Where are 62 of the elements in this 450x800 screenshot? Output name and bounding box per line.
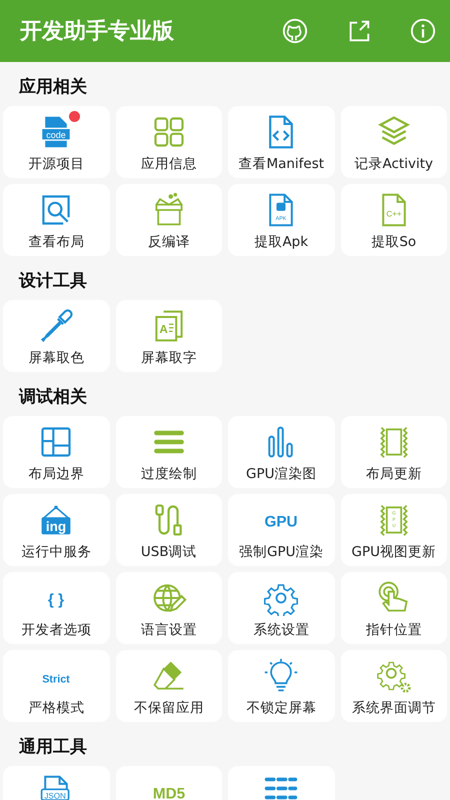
tool-tile[interactable]: Strict 严格模式 <box>3 650 110 722</box>
tool-tile[interactable]: GPU渲染图 <box>228 416 334 488</box>
tool-label: 记录Activity <box>354 155 433 173</box>
tool-tile[interactable]: 语言设置 <box>116 572 222 644</box>
tool-tile[interactable]: 系统界面调节 <box>340 650 447 722</box>
tool-label: GPU视图更新 <box>352 543 436 561</box>
tool-tile[interactable]: code 开源项目 <box>3 106 110 178</box>
tool-label: 语言设置 <box>140 621 197 639</box>
tool-label: GPU渲染图 <box>246 465 316 483</box>
tool-label: 系统设置 <box>253 621 310 639</box>
tool-label: 系统界面调节 <box>352 699 436 717</box>
github-icon[interactable] <box>282 18 308 44</box>
tool-label: 开发者选项 <box>21 621 92 639</box>
tool-tile[interactable]: JSON <box>3 766 110 800</box>
tool-label: 布局边界 <box>28 465 84 483</box>
text-icon: GPU <box>263 502 300 538</box>
tool-tile[interactable]: 查看布局 <box>3 184 110 256</box>
tool-label: 屏幕取字 <box>140 349 197 367</box>
tool-label: 强制GPU渲染 <box>239 543 324 561</box>
tool-label: 查看Manifest <box>238 155 324 173</box>
tool-label: 不锁定屏幕 <box>246 699 316 717</box>
tool-label: 查看布局 <box>28 233 84 251</box>
tool-tile[interactable]: 反编译 <box>116 184 222 256</box>
tool-label: 布局更新 <box>366 465 422 483</box>
text-icon: { } <box>38 580 74 616</box>
tool-tile[interactable]: 过度绘制 <box>116 416 222 488</box>
tool-tile[interactable]: 不锁定屏幕 <box>228 650 334 722</box>
tool-tile[interactable]: USB调试 <box>116 494 222 566</box>
tool-label: 严格模式 <box>28 699 84 717</box>
app-title: 开发助手专业版 <box>20 18 174 46</box>
tool-label: 开源项目 <box>28 155 84 173</box>
tool-label: USB调试 <box>140 543 197 561</box>
tool-label: 指针位置 <box>366 621 422 639</box>
section-title: 设计工具 <box>18 270 88 293</box>
tool-tile[interactable]: 查看Manifest <box>228 106 334 178</box>
tool-tile[interactable]: 布局边界 <box>3 416 110 488</box>
section-title: 应用相关 <box>18 76 88 99</box>
text-icon: Strict <box>38 658 74 694</box>
tool-tile[interactable]: 指针位置 <box>340 572 447 644</box>
tool-tile[interactable]: 应用信息 <box>116 106 222 178</box>
section-title: 通用工具 <box>18 736 88 759</box>
tool-label: 运行中服务 <box>21 543 92 561</box>
tool-tile[interactable]: 不保留应用 <box>116 650 222 722</box>
tool-tile[interactable]: A 屏幕取字 <box>116 300 222 372</box>
tool-tile[interactable]: 系统设置 <box>228 572 334 644</box>
tool-label: 过度绘制 <box>140 465 197 483</box>
tool-tile[interactable]: 屏幕取色 <box>3 300 110 372</box>
tool-label: 提取Apk <box>254 233 308 251</box>
info-icon[interactable] <box>410 18 436 44</box>
tool-tile[interactable]: { } 开发者选项 <box>3 572 110 644</box>
tool-tile[interactable]: 布局更新 <box>340 416 447 488</box>
tool-tile[interactable]: ing 运行中服务 <box>3 494 110 566</box>
tool-label: 反编译 <box>148 233 190 251</box>
tool-label: 提取So <box>371 233 416 251</box>
tool-tile[interactable]: GPU 强制GPU渲染 <box>228 494 334 566</box>
section-title: 调试相关 <box>18 386 88 409</box>
tool-tile[interactable]: C++ 提取So <box>340 184 447 256</box>
text-icon: MD5 <box>150 774 187 800</box>
tool-label: 屏幕取色 <box>28 349 84 367</box>
tool-tile[interactable]: 记录Activity <box>340 106 447 178</box>
tool-label: 不保留应用 <box>134 699 204 717</box>
tool-label: 应用信息 <box>140 155 197 173</box>
